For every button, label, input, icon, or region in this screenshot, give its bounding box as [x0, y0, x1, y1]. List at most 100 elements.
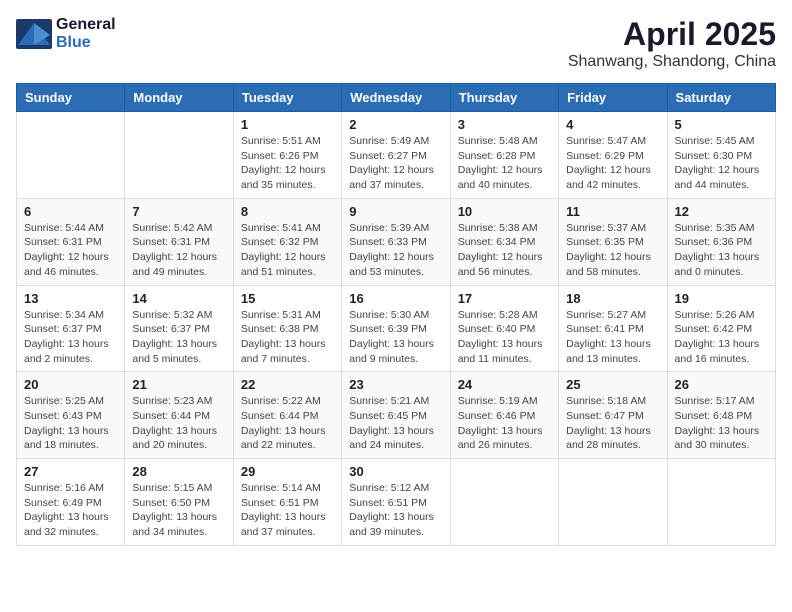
calendar-cell: 3 Sunrise: 5:48 AMSunset: 6:28 PMDaylight…	[450, 112, 558, 199]
title-block: April 2025 Shanwang, Shandong, China	[568, 16, 776, 71]
logo: General Blue	[16, 16, 116, 52]
day-number: 13	[24, 291, 117, 306]
calendar-cell: 29 Sunrise: 5:14 AMSunset: 6:51 PMDayligh…	[233, 459, 341, 546]
day-info: Sunrise: 5:16 AMSunset: 6:49 PMDaylight:…	[24, 481, 117, 540]
day-info: Sunrise: 5:22 AMSunset: 6:44 PMDaylight:…	[241, 394, 334, 453]
calendar-cell: 10 Sunrise: 5:38 AMSunset: 6:34 PMDayligh…	[450, 198, 558, 285]
day-number: 1	[241, 117, 334, 132]
day-info: Sunrise: 5:15 AMSunset: 6:50 PMDaylight:…	[132, 481, 225, 540]
day-number: 5	[675, 117, 768, 132]
day-number: 26	[675, 377, 768, 392]
calendar-cell: 18Sunrise: 5:27 AMSunset: 6:41 PMDayligh…	[559, 285, 667, 372]
day-number: 18	[566, 291, 659, 306]
week-row-4: 20 Sunrise: 5:25 AMSunset: 6:43 PMDayligh…	[17, 372, 776, 459]
calendar-cell: 25 Sunrise: 5:18 AMSunset: 6:47 PMDayligh…	[559, 372, 667, 459]
day-number: 30	[349, 464, 442, 479]
calendar-cell: 4 Sunrise: 5:47 AMSunset: 6:29 PMDaylight…	[559, 112, 667, 199]
calendar-cell: 9Sunrise: 5:39 AMSunset: 6:33 PMDaylight…	[342, 198, 450, 285]
day-number: 25	[566, 377, 659, 392]
day-info: Sunrise: 5:38 AMSunset: 6:34 PMDaylight:…	[458, 221, 551, 280]
day-number: 23	[349, 377, 442, 392]
day-number: 14	[132, 291, 225, 306]
day-number: 10	[458, 204, 551, 219]
weekday-header-sunday: Sunday	[17, 84, 125, 112]
month-title: April 2025	[568, 16, 776, 53]
week-row-2: 6Sunrise: 5:44 AMSunset: 6:31 PMDaylight…	[17, 198, 776, 285]
day-number: 8	[241, 204, 334, 219]
calendar-cell: 24 Sunrise: 5:19 AMSunset: 6:46 PMDayligh…	[450, 372, 558, 459]
weekday-header-thursday: Thursday	[450, 84, 558, 112]
calendar-cell: 6Sunrise: 5:44 AMSunset: 6:31 PMDaylight…	[17, 198, 125, 285]
logo-general: General	[56, 16, 116, 33]
day-number: 17	[458, 291, 551, 306]
day-info: Sunrise: 5:47 AMSunset: 6:29 PMDaylight:…	[566, 134, 659, 193]
day-info: Sunrise: 5:51 AMSunset: 6:26 PMDaylight:…	[241, 134, 334, 193]
day-info: Sunrise: 5:19 AMSunset: 6:46 PMDaylight:…	[458, 394, 551, 453]
day-info: Sunrise: 5:48 AMSunset: 6:28 PMDaylight:…	[458, 134, 551, 193]
day-info: Sunrise: 5:49 AMSunset: 6:27 PMDaylight:…	[349, 134, 442, 193]
day-number: 11	[566, 204, 659, 219]
day-number: 7	[132, 204, 225, 219]
calendar-cell: 2 Sunrise: 5:49 AMSunset: 6:27 PMDaylight…	[342, 112, 450, 199]
location-title: Shanwang, Shandong, China	[568, 53, 776, 71]
day-info: Sunrise: 5:45 AMSunset: 6:30 PMDaylight:…	[675, 134, 768, 193]
day-info: Sunrise: 5:12 AMSunset: 6:51 PMDaylight:…	[349, 481, 442, 540]
day-info: Sunrise: 5:30 AMSunset: 6:39 PMDaylight:…	[349, 308, 442, 367]
week-row-3: 13 Sunrise: 5:34 AMSunset: 6:37 PMDayligh…	[17, 285, 776, 372]
calendar-cell: 12 Sunrise: 5:35 AMSunset: 6:36 PMDayligh…	[667, 198, 775, 285]
calendar-cell: 21Sunrise: 5:23 AMSunset: 6:44 PMDayligh…	[125, 372, 233, 459]
calendar-cell: 17 Sunrise: 5:28 AMSunset: 6:40 PMDayligh…	[450, 285, 558, 372]
calendar-cell: 22 Sunrise: 5:22 AMSunset: 6:44 PMDayligh…	[233, 372, 341, 459]
weekday-header-wednesday: Wednesday	[342, 84, 450, 112]
calendar-cell	[125, 112, 233, 199]
calendar-cell: 8 Sunrise: 5:41 AMSunset: 6:32 PMDaylight…	[233, 198, 341, 285]
calendar-cell: 7Sunrise: 5:42 AMSunset: 6:31 PMDaylight…	[125, 198, 233, 285]
day-number: 12	[675, 204, 768, 219]
day-number: 9	[349, 204, 442, 219]
day-info: Sunrise: 5:34 AMSunset: 6:37 PMDaylight:…	[24, 308, 117, 367]
week-row-1: 1 Sunrise: 5:51 AMSunset: 6:26 PMDaylight…	[17, 112, 776, 199]
calendar-cell	[667, 459, 775, 546]
weekday-header-saturday: Saturday	[667, 84, 775, 112]
calendar-cell: 20 Sunrise: 5:25 AMSunset: 6:43 PMDayligh…	[17, 372, 125, 459]
day-number: 3	[458, 117, 551, 132]
day-info: Sunrise: 5:26 AMSunset: 6:42 PMDaylight:…	[675, 308, 768, 367]
day-info: Sunrise: 5:18 AMSunset: 6:47 PMDaylight:…	[566, 394, 659, 453]
day-number: 24	[458, 377, 551, 392]
day-number: 2	[349, 117, 442, 132]
day-number: 27	[24, 464, 117, 479]
calendar-cell: 19 Sunrise: 5:26 AMSunset: 6:42 PMDayligh…	[667, 285, 775, 372]
calendar-cell	[559, 459, 667, 546]
day-number: 28	[132, 464, 225, 479]
logo-blue: Blue	[56, 34, 91, 51]
day-number: 21	[132, 377, 225, 392]
day-info: Sunrise: 5:14 AMSunset: 6:51 PMDaylight:…	[241, 481, 334, 540]
day-number: 4	[566, 117, 659, 132]
day-number: 22	[241, 377, 334, 392]
day-number: 6	[24, 204, 117, 219]
day-number: 19	[675, 291, 768, 306]
day-info: Sunrise: 5:31 AMSunset: 6:38 PMDaylight:…	[241, 308, 334, 367]
calendar-cell: 27 Sunrise: 5:16 AMSunset: 6:49 PMDayligh…	[17, 459, 125, 546]
weekday-header-row: SundayMondayTuesdayWednesdayThursdayFrid…	[17, 84, 776, 112]
weekday-header-tuesday: Tuesday	[233, 84, 341, 112]
calendar-cell	[450, 459, 558, 546]
calendar-cell: 14 Sunrise: 5:32 AMSunset: 6:37 PMDayligh…	[125, 285, 233, 372]
day-info: Sunrise: 5:17 AMSunset: 6:48 PMDaylight:…	[675, 394, 768, 453]
day-number: 20	[24, 377, 117, 392]
calendar: SundayMondayTuesdayWednesdayThursdayFrid…	[16, 83, 776, 546]
calendar-cell: 30 Sunrise: 5:12 AMSunset: 6:51 PMDayligh…	[342, 459, 450, 546]
day-info: Sunrise: 5:32 AMSunset: 6:37 PMDaylight:…	[132, 308, 225, 367]
day-number: 29	[241, 464, 334, 479]
calendar-cell: 11Sunrise: 5:37 AMSunset: 6:35 PMDayligh…	[559, 198, 667, 285]
day-info: Sunrise: 5:25 AMSunset: 6:43 PMDaylight:…	[24, 394, 117, 453]
week-row-5: 27 Sunrise: 5:16 AMSunset: 6:49 PMDayligh…	[17, 459, 776, 546]
logo-icon	[16, 19, 52, 49]
weekday-header-friday: Friday	[559, 84, 667, 112]
weekday-header-monday: Monday	[125, 84, 233, 112]
calendar-cell	[17, 112, 125, 199]
day-info: Sunrise: 5:35 AMSunset: 6:36 PMDaylight:…	[675, 221, 768, 280]
day-info: Sunrise: 5:41 AMSunset: 6:32 PMDaylight:…	[241, 221, 334, 280]
calendar-cell: 13 Sunrise: 5:34 AMSunset: 6:37 PMDayligh…	[17, 285, 125, 372]
day-info: Sunrise: 5:28 AMSunset: 6:40 PMDaylight:…	[458, 308, 551, 367]
